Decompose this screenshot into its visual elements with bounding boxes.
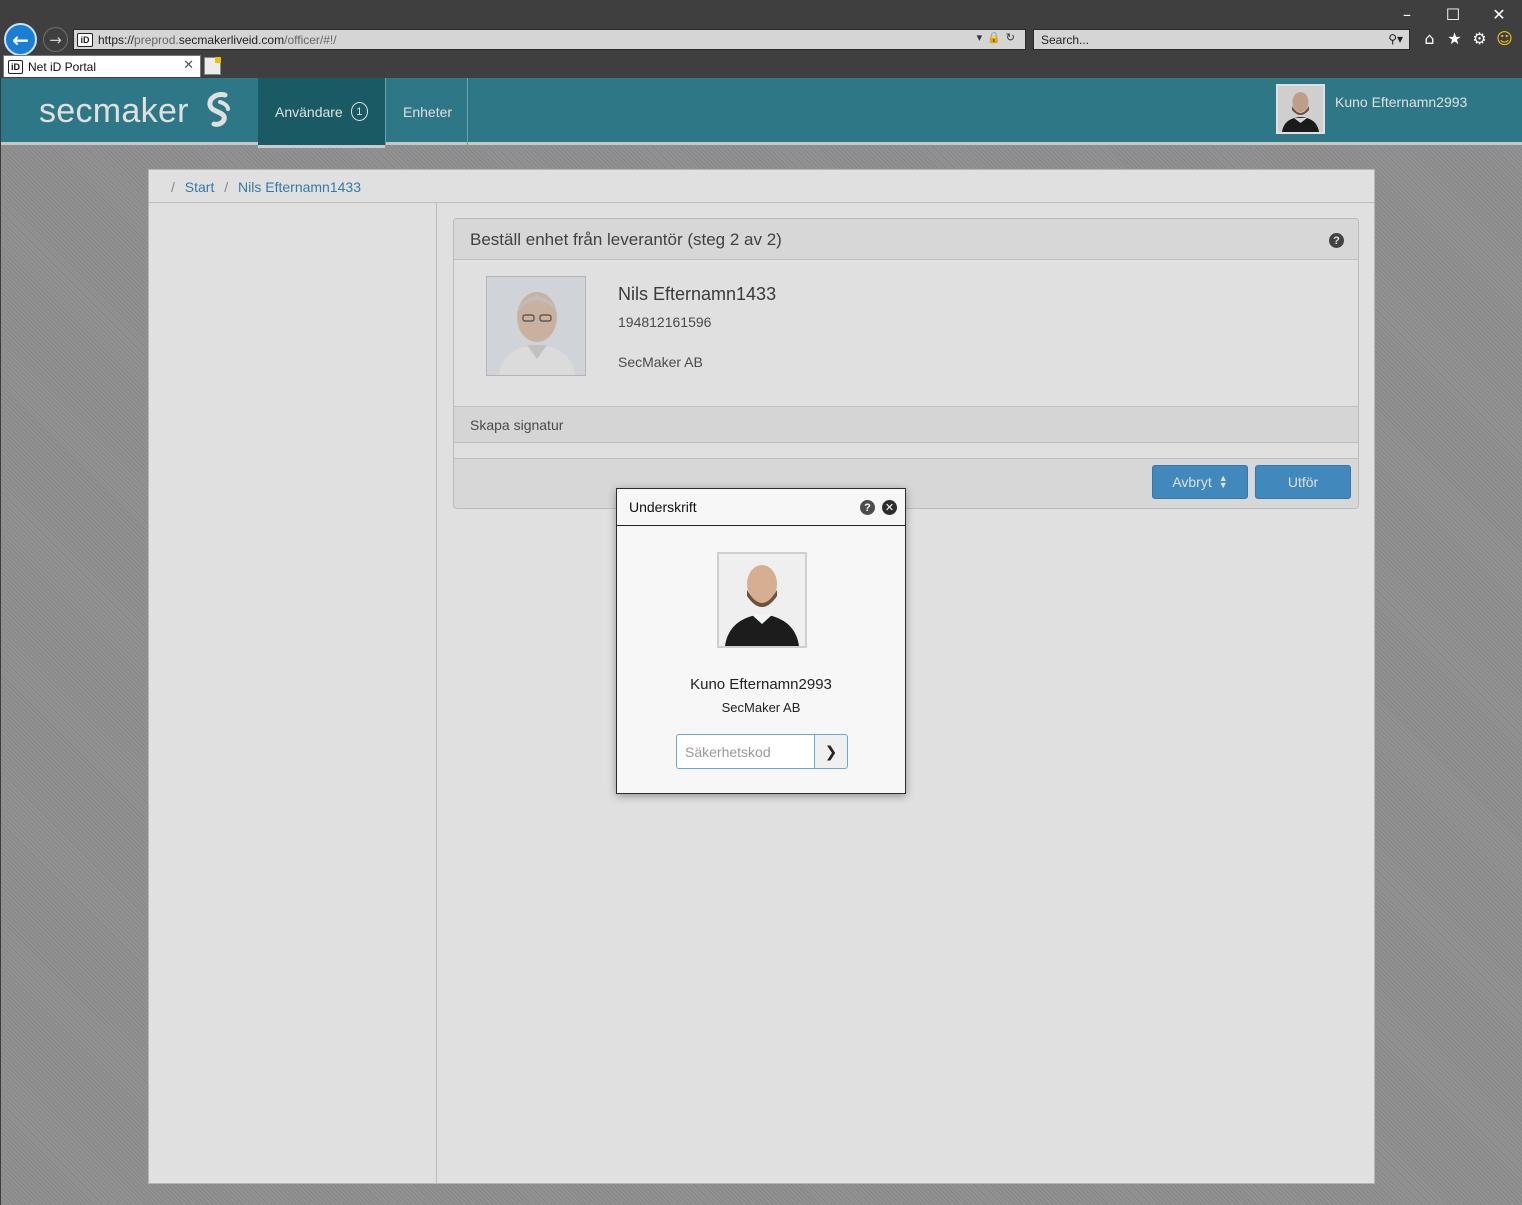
back-button[interactable]: ← — [4, 23, 37, 56]
dialog-help-icon[interactable]: ? — [860, 500, 875, 515]
browser-search-placeholder: Search... — [1041, 33, 1090, 47]
search-icon[interactable]: ⚲▾ — [1388, 32, 1403, 46]
forward-button[interactable]: → — [43, 27, 68, 52]
url-subdomain: preprod. — [134, 32, 179, 47]
close-window-icon[interactable]: ✕ — [1476, 0, 1522, 28]
site-favicon-icon: iD — [77, 32, 93, 47]
dialog-title: Underskrift — [629, 499, 697, 515]
dialog-close-icon[interactable]: ✕ — [882, 500, 897, 515]
minimize-icon[interactable]: – — [1384, 0, 1430, 28]
signer-photo — [717, 552, 807, 648]
maximize-icon[interactable]: ☐ — [1430, 0, 1476, 28]
address-bar-icons[interactable]: ▾🔒↻ — [977, 31, 1020, 44]
gear-icon[interactable]: ⚙ — [1470, 27, 1489, 49]
star-icon[interactable]: ★ — [1445, 27, 1464, 49]
browser-search-input[interactable]: Search... ⚲▾ — [1033, 29, 1410, 50]
tab-favicon-icon: iD — [8, 59, 23, 74]
page-viewport: secmaker Användare 1 Enheter Kuno Eftern… — [1, 78, 1522, 1205]
browser-toolbar: ⌂ ★ ⚙ ☺ — [1420, 27, 1514, 49]
tab-title: Net iD Portal — [28, 59, 97, 74]
chevron-right-icon[interactable]: ❯ — [814, 734, 848, 769]
window-controls: – ☐ ✕ — [1384, 0, 1522, 28]
url-host: secmakerliveid.com — [178, 32, 285, 47]
signer-name: Kuno Efternamn2993 — [690, 676, 832, 693]
address-bar[interactable]: iD https://preprod. secmakerliveid.com/of… — [73, 29, 1026, 50]
home-icon[interactable]: ⌂ — [1420, 27, 1439, 49]
dialog-header: Underskrift ? ✕ — [617, 489, 905, 526]
url-path: /officer/#!/ — [284, 32, 337, 47]
tab-close-icon[interactable]: ✕ — [183, 58, 194, 73]
signature-dialog: Underskrift ? ✕ Kuno Efternamn2993 SecMa… — [616, 488, 906, 794]
signer-organization: SecMaker AB — [721, 700, 801, 715]
smiley-icon[interactable]: ☺ — [1495, 27, 1514, 49]
security-code-input[interactable] — [676, 734, 814, 769]
new-tab-button[interactable] — [204, 57, 221, 75]
browser-tab[interactable]: iD Net iD Portal ✕ — [3, 55, 201, 77]
browser-chrome: – ☐ ✕ ← → iD https://preprod. secmakerliv… — [0, 0, 1522, 78]
signer-photo-icon — [719, 554, 805, 646]
url-prefix: https:// — [98, 32, 135, 47]
